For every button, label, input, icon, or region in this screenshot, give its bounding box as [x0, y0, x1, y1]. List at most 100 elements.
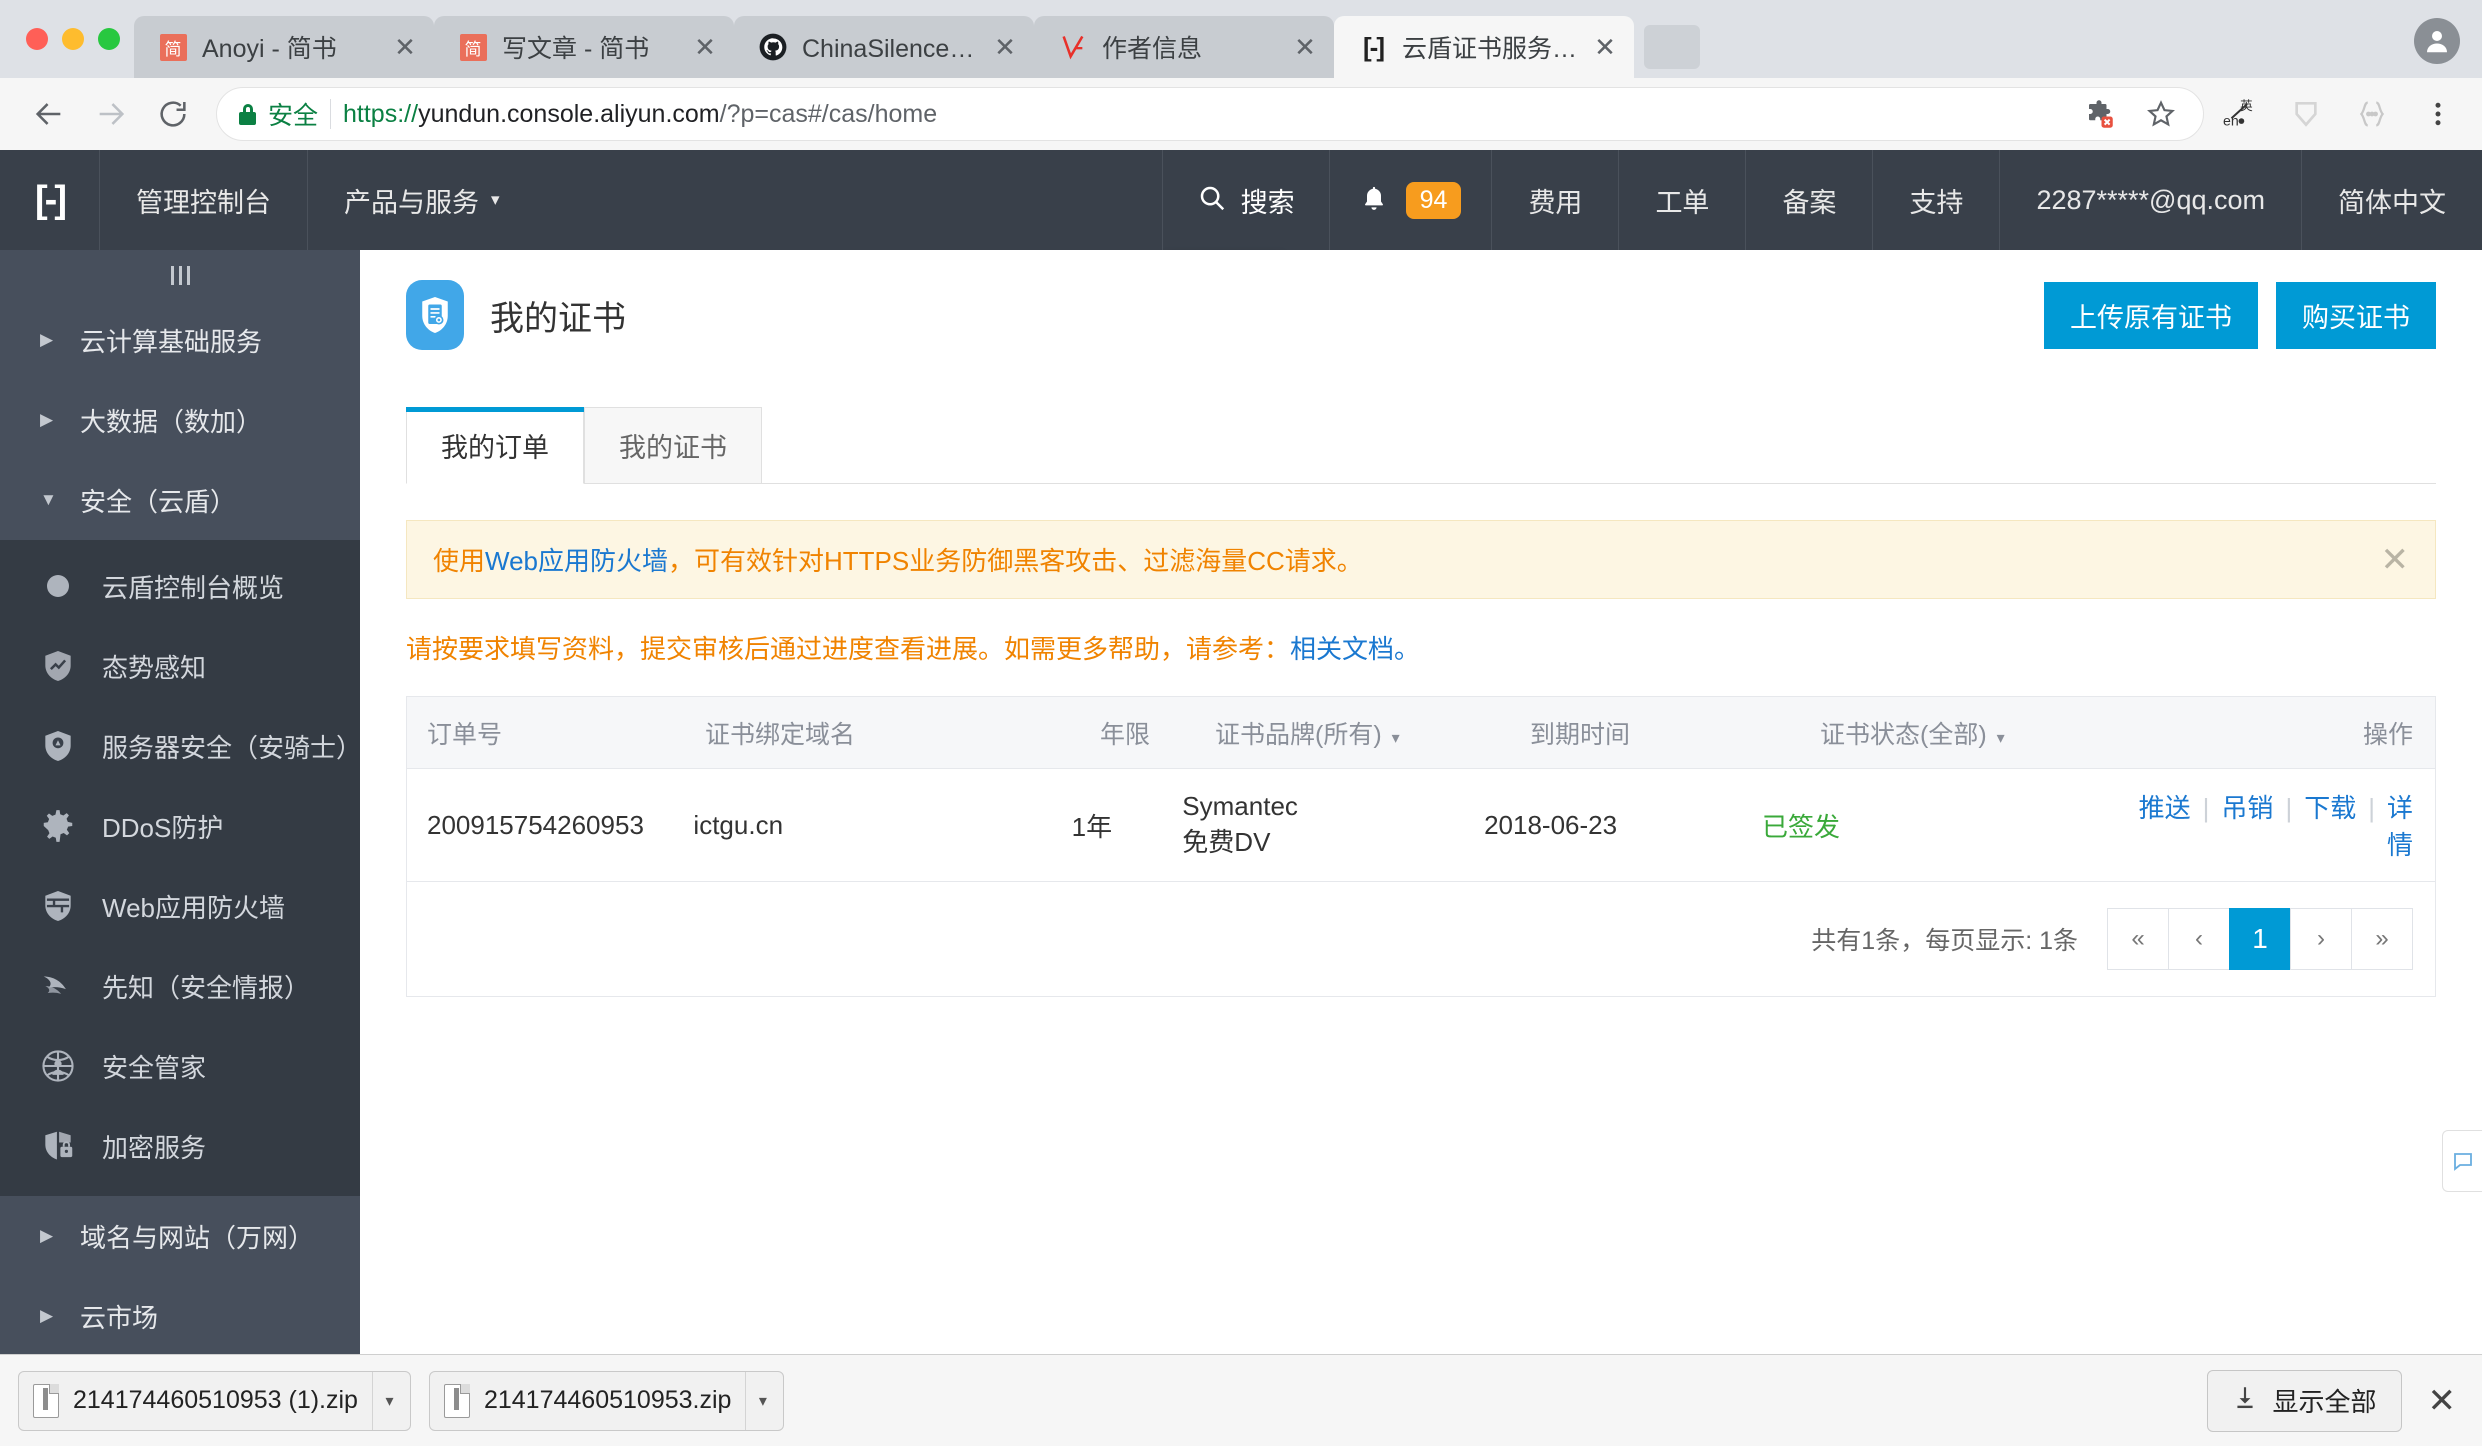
download-item-1[interactable]: 214174460510953 (1).zip ▾: [18, 1370, 411, 1431]
close-download-shelf-icon[interactable]: ✕: [2428, 1381, 2465, 1421]
push-link[interactable]: 推送: [2139, 793, 2191, 823]
translate-icon[interactable]: en 英: [2220, 94, 2260, 134]
sidebar-item-waf[interactable]: Web应用防火墙: [0, 866, 360, 946]
jianshu-icon-glyph: 简: [459, 33, 487, 61]
chevron-down-icon: ▾: [1996, 729, 2005, 747]
github-icon: [758, 32, 788, 62]
search-label: 搜索: [1240, 187, 1295, 218]
sidebar-group-security[interactable]: ▼ 安全（云盾）: [0, 460, 360, 540]
download-shelf-actions: 显示全部 ✕: [2207, 1369, 2465, 1432]
pagination: « ‹ 1 › »: [2107, 908, 2413, 970]
column-header-expire: 到期时间: [1530, 720, 1631, 749]
download-link[interactable]: 下载: [2304, 793, 2356, 823]
waf-promo-banner: 使用Web应用防火墙，可有效针对HTTPS业务防御黑客攻击、过滤海量CC请求。 …: [406, 520, 2436, 599]
sidebar-collapse-handle[interactable]: [0, 250, 360, 300]
content-tabs: 我的订单 我的证书: [406, 406, 2436, 484]
gear-icon: [36, 804, 80, 848]
upload-existing-certificate-button[interactable]: 上传原有证书: [2044, 281, 2258, 349]
browser-tab-3[interactable]: ChinaSilence (杨远东) ✕: [734, 16, 1034, 78]
close-tab-icon[interactable]: ✕: [1592, 34, 1618, 60]
nav-account-email[interactable]: 2287*****@qq.com: [2000, 150, 2302, 250]
sidebar-group-domains[interactable]: ▶ 域名与网站（万网）: [0, 1196, 360, 1276]
profile-avatar-icon[interactable]: [2414, 18, 2460, 64]
sidebar-item-security-butler[interactable]: 安全管家: [0, 1026, 360, 1106]
nav-notifications[interactable]: 94: [1328, 150, 1493, 250]
page-prev-button[interactable]: ‹: [2168, 908, 2230, 970]
related-docs-link[interactable]: 相关文档。: [1290, 634, 1420, 664]
nav-console-home[interactable]: 管理控制台: [100, 150, 308, 250]
page-last-button[interactable]: »: [2351, 908, 2413, 970]
shield-icon[interactable]: [2286, 94, 2326, 134]
sidebar-group-marketplace[interactable]: ▶ 云市场: [0, 1276, 360, 1354]
nav-item-icp[interactable]: 备案: [1746, 150, 1874, 250]
nav-item-fee[interactable]: 费用: [1492, 150, 1620, 250]
sidebar-item-overview[interactable]: 云盾控制台概览: [0, 546, 360, 626]
address-bar[interactable]: 安全 https://yundun.console.aliyun.com/?p=…: [216, 87, 2204, 141]
devtools-braces-icon[interactable]: [2352, 94, 2392, 134]
download-item-2[interactable]: 214174460510953.zip ▾: [428, 1370, 785, 1431]
minimize-window-button[interactable]: [62, 28, 84, 50]
sidebar-item-ddos[interactable]: DDoS防护: [0, 786, 360, 866]
waf-promo-link[interactable]: Web应用防火墙: [485, 546, 668, 576]
tab-my-orders[interactable]: 我的订单: [406, 407, 584, 484]
details-link[interactable]: 详情: [2387, 793, 2413, 860]
bookmark-star-icon[interactable]: [2141, 94, 2181, 134]
aliyun-icon-glyph: [-]: [1363, 31, 1385, 62]
close-tab-icon[interactable]: ✕: [392, 34, 418, 60]
reload-button[interactable]: [142, 83, 204, 145]
column-header-status[interactable]: 证书状态(全部) ▾: [1812, 715, 2192, 751]
sidebar-item-xianzhi[interactable]: 先知（安全情报）: [0, 946, 360, 1026]
op-separator: |: [2368, 793, 2375, 823]
page-next-button[interactable]: ›: [2290, 908, 2352, 970]
download-menu-icon[interactable]: ▾: [745, 1371, 779, 1430]
sidebar-item-server-security[interactable]: 服务器安全（安骑士）: [0, 706, 360, 786]
revoke-link[interactable]: 吊销: [2221, 793, 2273, 823]
page-number-1[interactable]: 1: [2229, 908, 2291, 970]
tab-my-certificates[interactable]: 我的证书: [584, 407, 762, 484]
browser-tab-1[interactable]: 简 Anoyi - 简书 ✕: [134, 16, 434, 78]
forward-button[interactable]: [80, 83, 142, 145]
main-content: 我的证书 上传原有证书 购买证书 我的订单 我的证书 使用Web应用防火墙，可有…: [360, 250, 2482, 1354]
close-banner-icon[interactable]: ✕: [2381, 543, 2410, 577]
browser-tab-2[interactable]: 简 写文章 - 简书 ✕: [434, 16, 734, 78]
sidebar-group-label: 云计算基础服务: [80, 326, 263, 357]
aliyun-icon: [-]: [1358, 32, 1388, 62]
show-all-downloads-button[interactable]: 显示全部: [2207, 1369, 2402, 1432]
new-tab-button[interactable]: [1644, 25, 1700, 69]
extension-icon[interactable]: [2079, 94, 2119, 134]
sidebar-group-bigdata[interactable]: ▶ 大数据（数加）: [0, 380, 360, 460]
shield-firewall-icon: [36, 884, 80, 928]
download-menu-icon[interactable]: ▾: [371, 1371, 406, 1430]
nav-products-label: 产品与服务: [344, 187, 479, 218]
close-tab-icon[interactable]: ✕: [692, 34, 718, 60]
close-window-button[interactable]: [26, 28, 48, 50]
nav-item-ticket[interactable]: 工单: [1619, 150, 1747, 250]
chevron-down-icon: ▾: [1391, 729, 1400, 747]
instructions-text: 请按要求填写资料，提交审核后通过进度查看进展。如需更多帮助，请参考：: [406, 634, 1291, 664]
sidebar-item-encryption[interactable]: 加密服务: [0, 1106, 360, 1186]
buy-certificate-button[interactable]: 购买证书: [2276, 281, 2436, 349]
close-tab-icon[interactable]: ✕: [992, 34, 1018, 60]
page-first-button[interactable]: «: [2107, 908, 2169, 970]
browser-tab-4[interactable]: 作者信息 ✕: [1034, 16, 1334, 78]
back-button[interactable]: [18, 83, 80, 145]
shield-lock-icon: [36, 1124, 80, 1168]
close-tab-icon[interactable]: ✕: [1292, 34, 1318, 60]
nav-item-support[interactable]: 支持: [1873, 150, 2001, 250]
browser-tab-5-active[interactable]: [-] 云盾证书服务管理控制台 ✕: [1334, 16, 1634, 78]
sidebar-item-situation-awareness[interactable]: 态势感知: [0, 626, 360, 706]
column-header-brand[interactable]: 证书品牌(所有) ▾: [1207, 715, 1522, 751]
sidebar-group-cloud-computing[interactable]: ▶ 云计算基础服务: [0, 300, 360, 380]
tab-title: 云盾证书服务管理控制台: [1402, 35, 1578, 63]
feedback-icon[interactable]: [2442, 1130, 2482, 1192]
chrome-menu-icon[interactable]: [2418, 94, 2458, 134]
page-header-actions: 上传原有证书 购买证书: [2044, 281, 2436, 349]
nav-language[interactable]: 简体中文: [2302, 150, 2482, 250]
aliyun-logo-icon[interactable]: [-]: [0, 150, 100, 250]
table-header-row: 订单号 证书绑定域名 年限 证书品牌(所有) ▾ 到期时间 证书状态(全部) ▾ 操…: [407, 697, 2435, 769]
nav-search[interactable]: 搜索: [1161, 150, 1329, 250]
maximize-window-button[interactable]: [98, 28, 120, 50]
nav-products-services[interactable]: 产品与服务 ▾: [308, 150, 536, 250]
cell-years: 1年: [1071, 811, 1113, 842]
